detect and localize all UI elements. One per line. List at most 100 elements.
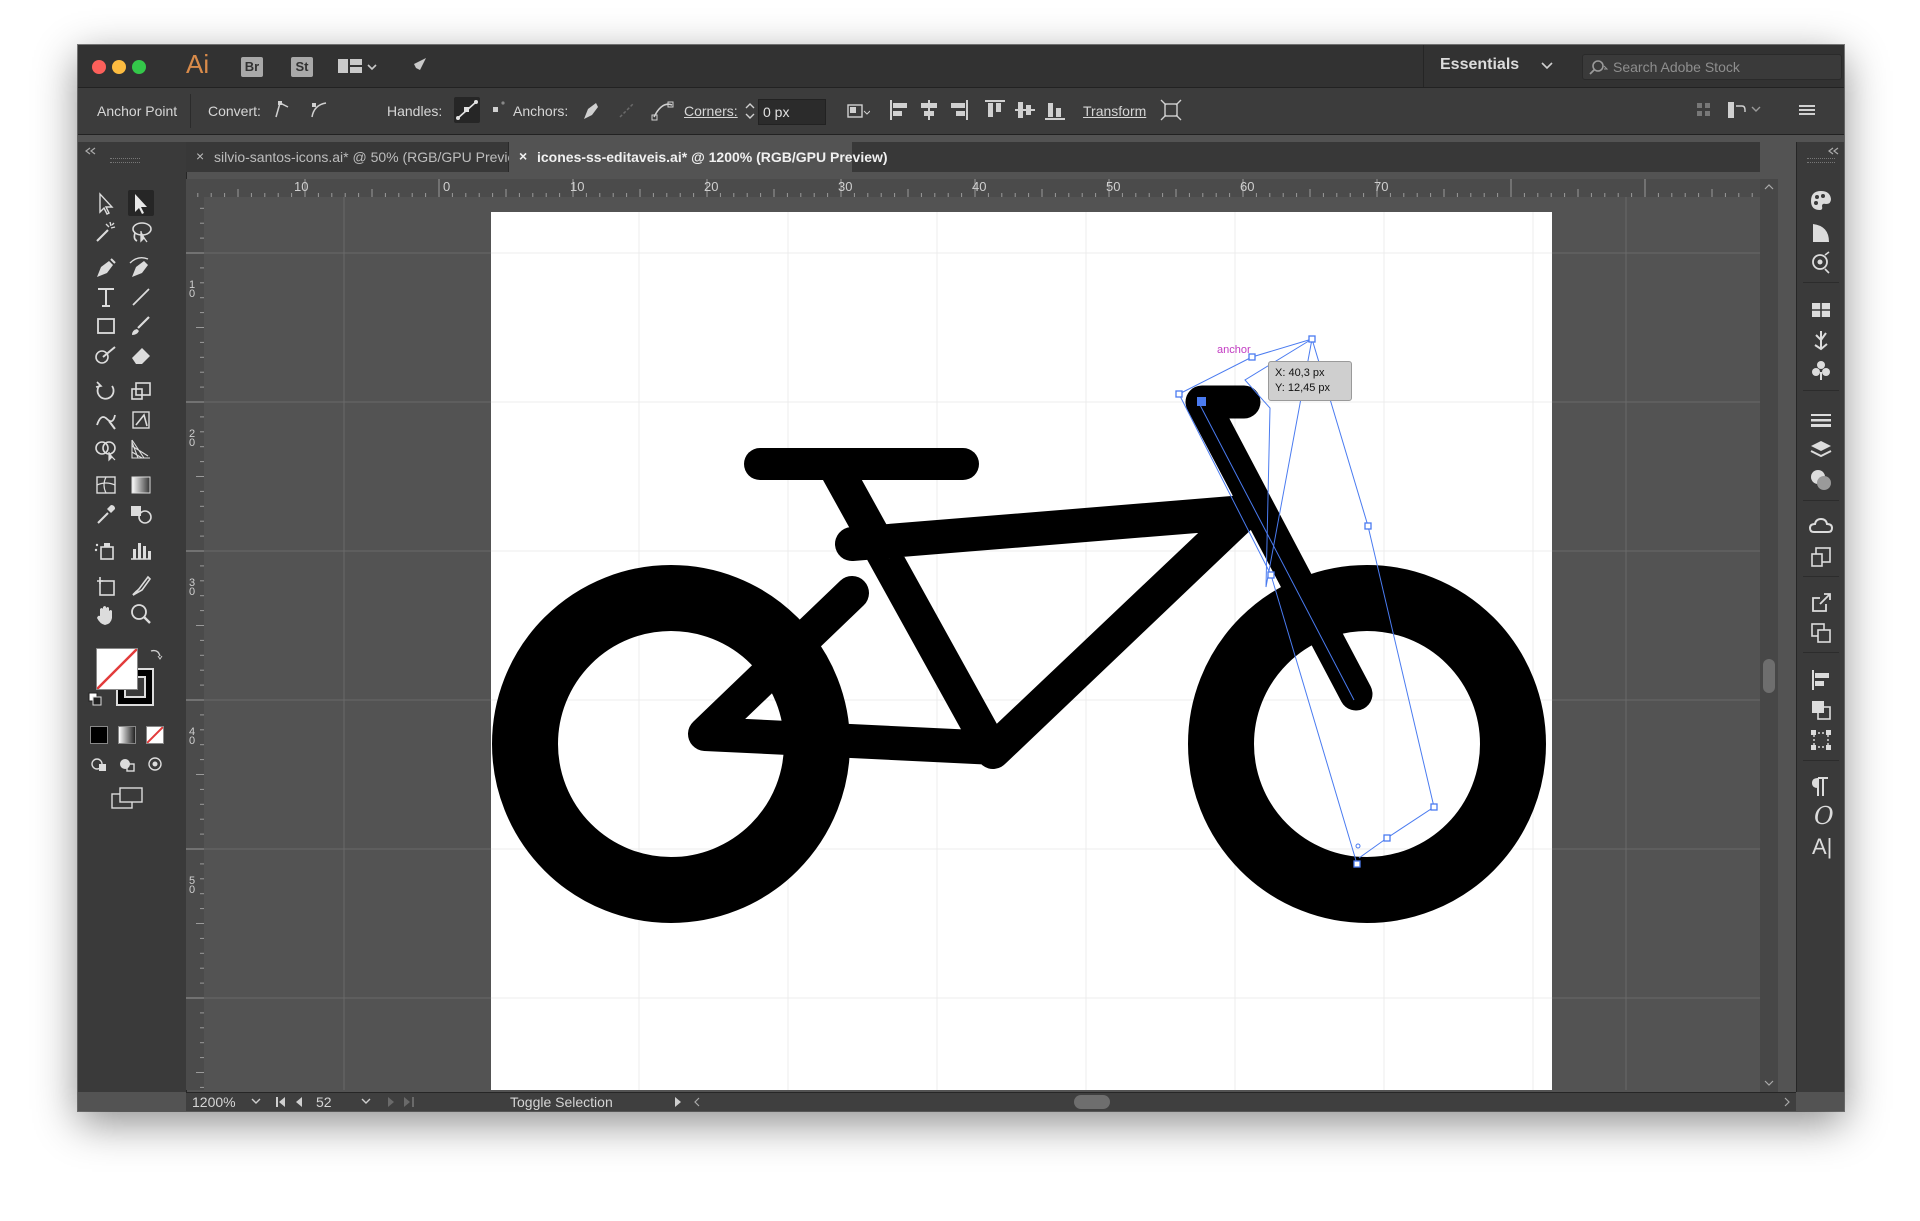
artboard-number[interactable]: 52 [316, 1094, 332, 1110]
pen-tool-icon[interactable] [93, 255, 119, 281]
bridge-button[interactable]: Br [241, 57, 263, 77]
artboards-icon[interactable] [1808, 620, 1834, 646]
vertical-ruler[interactable]: 1 0 2 0 3 0 4 0 5 0 [186, 197, 205, 1090]
anchor-point[interactable] [1355, 843, 1361, 849]
scroll-left-icon[interactable] [692, 1096, 702, 1108]
gradient-mode-button[interactable] [118, 726, 136, 744]
transform-handle[interactable] [1383, 834, 1391, 842]
close-tab-icon[interactable]: × [196, 148, 204, 164]
document-tab-2[interactable]: × icones-ss-editaveis.ai* @ 1200% (RGB/G… [509, 142, 888, 172]
hide-handles-icon[interactable] [483, 97, 509, 123]
line-tool-icon[interactable] [128, 284, 154, 310]
scroll-up-icon[interactable] [1764, 183, 1774, 191]
collapse-panel-icon[interactable] [1827, 146, 1841, 156]
stock-button[interactable]: St [291, 57, 313, 77]
horizontal-scroll-thumb[interactable] [1074, 1095, 1110, 1109]
export-icon[interactable] [1808, 590, 1834, 616]
brushes-icon[interactable] [1808, 327, 1834, 353]
horizontal-ruler[interactable]: 10 0 10 20 30 40 50 60 70 [186, 179, 1760, 198]
blend-icon[interactable] [128, 501, 154, 527]
vertical-scroll-thumb[interactable] [1763, 659, 1775, 693]
scroll-right-icon[interactable] [1782, 1096, 1792, 1108]
shaper-icon[interactable] [93, 342, 119, 368]
curvature-tool-icon[interactable] [128, 255, 154, 281]
mesh-icon[interactable] [93, 472, 119, 498]
graph-icon[interactable] [128, 537, 154, 563]
direct-selection-tool-icon[interactable] [128, 190, 154, 216]
perspective-grid-icon[interactable] [128, 436, 154, 462]
stroke-icon[interactable] [1808, 407, 1834, 433]
warp-icon[interactable] [93, 407, 119, 433]
corners-label[interactable]: Corners: [684, 103, 738, 119]
color-mode-button[interactable] [90, 726, 108, 744]
selected-anchor-point[interactable] [1197, 397, 1206, 406]
collapse-panel-icon[interactable] [84, 146, 98, 156]
align-left-icon[interactable] [886, 97, 912, 123]
eraser-icon[interactable] [128, 342, 154, 368]
chevron-down-icon[interactable] [1540, 61, 1554, 71]
artwork-svg[interactable] [204, 197, 1760, 1090]
status-message[interactable]: Toggle Selection [510, 1094, 613, 1110]
gradient-icon[interactable] [128, 472, 154, 498]
close-window-button[interactable] [92, 60, 106, 74]
hand-icon[interactable] [93, 602, 119, 628]
slice-icon[interactable] [128, 573, 154, 599]
transform-handle[interactable] [1364, 522, 1372, 530]
pathfinder-icon[interactable] [1808, 697, 1834, 723]
symbol-sprayer-icon[interactable] [93, 537, 119, 563]
artboard-tool-icon[interactable] [93, 573, 119, 599]
stock-search-field[interactable]: Search Adobe Stock [1582, 54, 1842, 80]
cc-libraries-icon[interactable] [1808, 250, 1834, 276]
canvas[interactable] [204, 197, 1760, 1090]
layers-icon[interactable] [1808, 437, 1834, 463]
cut-path-icon[interactable] [650, 97, 676, 123]
remove-anchor-icon[interactable] [578, 97, 604, 123]
selection-tool-icon[interactable] [93, 190, 119, 216]
type-tool-icon[interactable] [93, 284, 119, 310]
document-tab-1[interactable]: × silvio-santos-icons.ai* @ 50% (RGB/GPU… [186, 142, 530, 172]
vertical-scrollbar[interactable] [1760, 179, 1778, 1092]
free-transform-icon[interactable] [128, 407, 154, 433]
transform-panel-icon[interactable] [1808, 727, 1834, 753]
artboard-dropdown-icon[interactable] [360, 1097, 372, 1107]
align-vertical-center-icon[interactable] [1012, 97, 1038, 123]
status-menu-icon[interactable] [672, 1096, 684, 1108]
control-panel-menu-icon[interactable] [1794, 97, 1820, 123]
isolate-object-icon[interactable] [1158, 97, 1184, 123]
align-icon[interactable] [1808, 667, 1834, 693]
paintbrush-icon[interactable] [128, 313, 154, 339]
appearance-icon[interactable] [1808, 467, 1834, 493]
maximize-window-button[interactable] [132, 60, 146, 74]
eyedropper-icon[interactable] [93, 501, 119, 527]
paragraph-icon[interactable] [1808, 774, 1834, 800]
convert-to-corner-icon[interactable] [270, 97, 296, 123]
zoom-level[interactable]: 1200% [192, 1094, 236, 1110]
first-artboard-icon[interactable] [274, 1096, 314, 1108]
none-mode-button[interactable] [146, 726, 164, 744]
artboard[interactable] [491, 212, 1552, 1090]
draw-behind-icon[interactable] [118, 755, 136, 773]
fill-swatch-front[interactable] [96, 648, 138, 690]
default-fill-stroke-icon[interactable] [88, 692, 102, 706]
creative-cloud-icon[interactable] [1808, 514, 1834, 540]
magic-wand-icon[interactable] [93, 219, 119, 245]
swatches-icon[interactable] [1808, 297, 1834, 323]
rotate-icon[interactable] [93, 378, 119, 404]
show-handles-icon[interactable] [454, 97, 480, 123]
swap-fill-stroke-icon[interactable] [148, 646, 164, 662]
asset-export-icon[interactable] [1808, 544, 1834, 570]
shape-builder-icon[interactable] [93, 436, 119, 462]
zoom-icon[interactable] [128, 602, 154, 628]
rectangle-tool-icon[interactable] [93, 313, 119, 339]
convert-to-smooth-icon[interactable] [306, 97, 332, 123]
transform-handle[interactable] [1267, 571, 1275, 579]
opentype-icon[interactable]: O [1814, 802, 1834, 830]
corners-field[interactable]: 0 px [758, 99, 826, 125]
lasso-icon[interactable] [128, 219, 154, 245]
transform-handle[interactable] [1308, 335, 1316, 343]
arrange-documents-icon[interactable] [336, 56, 380, 78]
align-bottom-icon[interactable] [1042, 97, 1068, 123]
corners-stepper[interactable] [742, 98, 758, 124]
gpu-performance-icon[interactable] [404, 54, 430, 80]
change-screen-mode-icon[interactable] [110, 786, 144, 810]
